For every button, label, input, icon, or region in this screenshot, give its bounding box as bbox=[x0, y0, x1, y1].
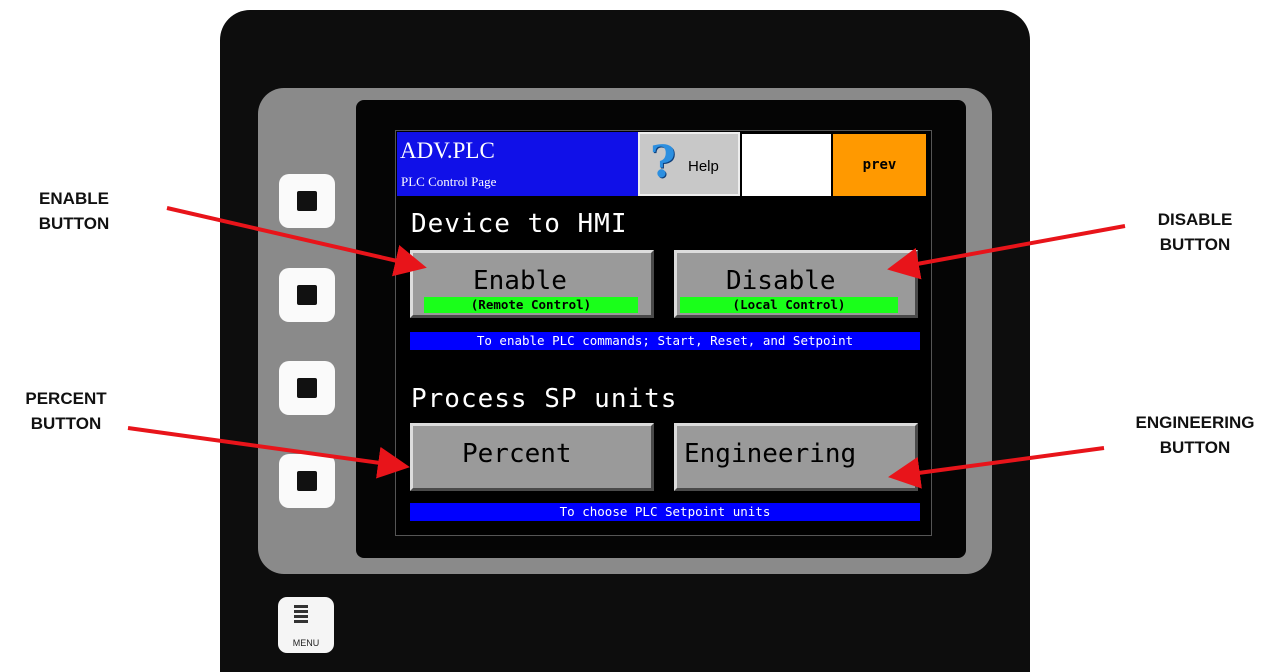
process-section-heading: Process SP units bbox=[411, 384, 678, 414]
soft-key-4[interactable] bbox=[279, 454, 335, 508]
page-subtitle: PLC Control Page bbox=[401, 174, 497, 189]
soft-key-1[interactable] bbox=[279, 174, 335, 228]
enable-button-sublabel: (Remote Control) bbox=[424, 297, 638, 313]
percent-callout-line1: PERCENT bbox=[25, 389, 107, 408]
prev-button-label: prev bbox=[862, 157, 897, 173]
percent-callout: PERCENT BUTTON bbox=[0, 386, 132, 436]
menu-button-label: MENU bbox=[292, 638, 320, 648]
menu-icon bbox=[294, 605, 308, 629]
engineering-button-label: Engineering bbox=[684, 439, 857, 469]
help-question-icon: ? bbox=[650, 137, 676, 188]
soft-key-2[interactable] bbox=[279, 268, 335, 322]
disable-button-label: Disable bbox=[726, 266, 836, 296]
help-button-label: Help bbox=[688, 158, 719, 175]
device-section-heading: Device to HMI bbox=[411, 209, 628, 239]
soft-key-square-icon bbox=[297, 285, 317, 305]
engineering-callout: ENGINEERING BUTTON bbox=[1112, 410, 1278, 460]
blank-indicator bbox=[742, 134, 831, 196]
menu-button[interactable]: MENU bbox=[278, 597, 334, 653]
page-title: ADV.PLC bbox=[400, 138, 495, 163]
enable-callout-line1: ENABLE bbox=[39, 189, 109, 208]
soft-key-square-icon bbox=[297, 191, 317, 211]
engineering-callout-line2: BUTTON bbox=[1159, 438, 1231, 457]
disable-callout-line1: DISABLE bbox=[1157, 210, 1233, 229]
engineering-callout-line1: ENGINEERING bbox=[1135, 413, 1255, 432]
percent-callout-line2: BUTTON bbox=[30, 414, 102, 433]
percent-button-label: Percent bbox=[462, 439, 572, 469]
enable-button-label: Enable bbox=[473, 266, 567, 296]
enable-callout: ENABLE BUTTON bbox=[14, 186, 134, 236]
enable-callout-line2: BUTTON bbox=[38, 214, 110, 233]
disable-callout: DISABLE BUTTON bbox=[1130, 207, 1260, 257]
soft-key-3[interactable] bbox=[279, 361, 335, 415]
soft-key-square-icon bbox=[297, 378, 317, 398]
soft-key-square-icon bbox=[297, 471, 317, 491]
device-info-bar: To enable PLC commands; Start, Reset, an… bbox=[410, 332, 920, 350]
disable-callout-line2: BUTTON bbox=[1159, 235, 1231, 254]
disable-button-sublabel: (Local Control) bbox=[680, 297, 898, 313]
process-info-bar: To choose PLC Setpoint units bbox=[410, 503, 920, 521]
